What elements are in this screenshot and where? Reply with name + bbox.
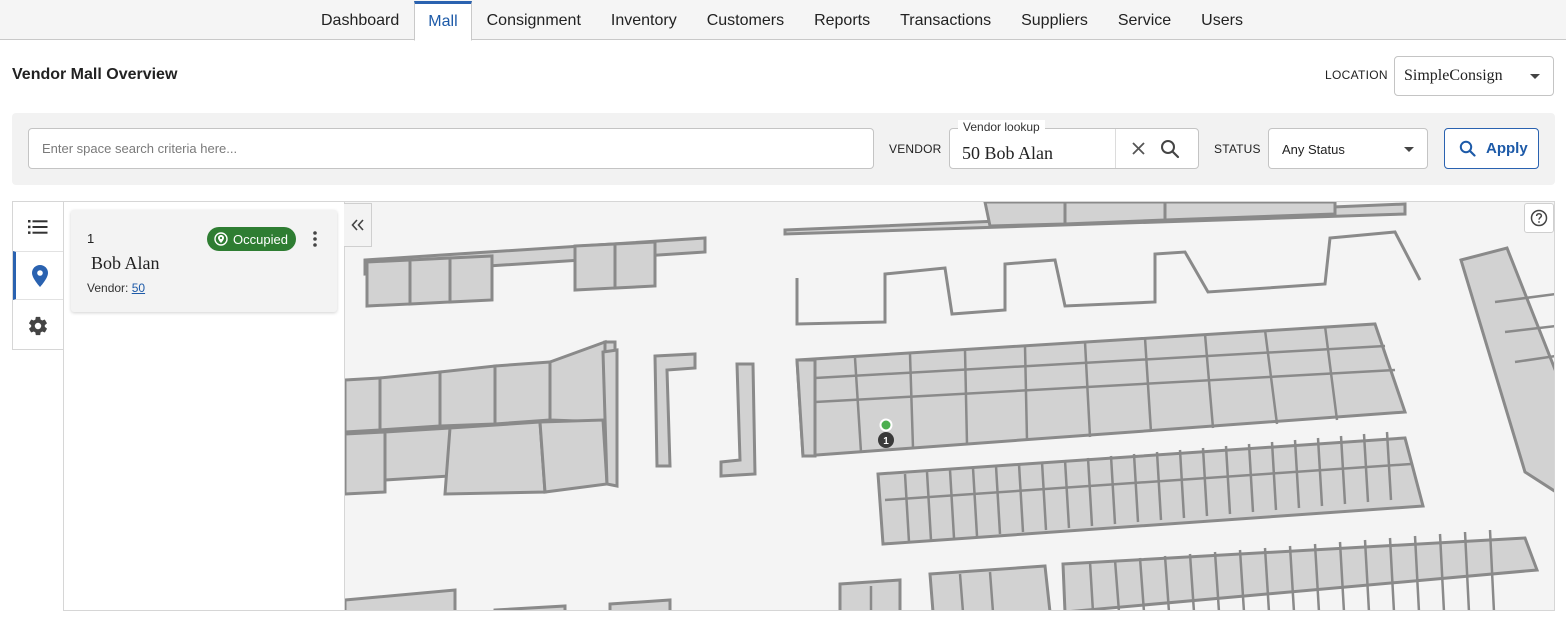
view-rail xyxy=(12,201,64,350)
settings-button[interactable] xyxy=(13,301,63,350)
clear-icon[interactable] xyxy=(1131,141,1146,156)
help-icon xyxy=(1530,209,1548,227)
vendor-link[interactable]: 50 xyxy=(132,281,145,295)
space-vendor-line: Vendor: 50 xyxy=(87,281,145,295)
help-button[interactable] xyxy=(1524,203,1554,233)
apply-label: Apply xyxy=(1486,140,1528,157)
tab-suppliers[interactable]: Suppliers xyxy=(1006,1,1103,41)
vendor-lookup-value: 50 Bob Alan xyxy=(962,143,1054,163)
chevron-down-icon xyxy=(1404,147,1414,152)
search-icon xyxy=(1459,140,1476,157)
tab-customers[interactable]: Customers xyxy=(692,1,799,41)
status-badge-label: Occupied xyxy=(233,231,288,247)
map-view-button[interactable] xyxy=(13,251,63,300)
space-number: 1 xyxy=(87,231,95,246)
space-search-input[interactable] xyxy=(28,128,874,169)
tab-reports[interactable]: Reports xyxy=(799,1,885,41)
apply-button[interactable]: Apply xyxy=(1444,128,1539,169)
nav-tabs: Dashboard Mall Consignment Inventory Cus… xyxy=(306,0,1258,41)
tab-users[interactable]: Users xyxy=(1186,1,1258,41)
location-value: SimpleConsign xyxy=(1404,67,1503,84)
floor-plan: 1 xyxy=(345,202,1554,610)
location-pin-icon xyxy=(31,264,48,287)
search-icon[interactable] xyxy=(1160,139,1180,159)
location-pin-icon xyxy=(214,232,228,246)
status-label: STATUS xyxy=(1214,142,1261,156)
status-value: Any Status xyxy=(1282,142,1345,157)
status-badge: Occupied xyxy=(207,227,296,251)
gear-icon xyxy=(29,316,47,335)
space-vendor-name: Bob Alan xyxy=(91,253,160,273)
tab-service[interactable]: Service xyxy=(1103,1,1186,41)
vendor-label: VENDOR xyxy=(889,142,942,156)
map-location-marker[interactable] xyxy=(879,418,893,432)
collapse-panel-button[interactable] xyxy=(344,203,372,247)
mall-map[interactable]: 1 xyxy=(344,201,1555,611)
map-marker-label: 1 xyxy=(883,436,889,447)
location-label: LOCATION xyxy=(1325,68,1388,82)
more-options-icon[interactable] xyxy=(307,229,323,249)
double-chevron-left-icon xyxy=(350,219,364,231)
status-select[interactable]: Any Status xyxy=(1268,128,1428,169)
list-view-button[interactable] xyxy=(13,202,63,251)
list-icon xyxy=(28,219,48,234)
vendor-divider xyxy=(1115,129,1116,168)
vendor-lookup-label: Vendor lookup xyxy=(958,120,1045,134)
top-nav: Dashboard Mall Consignment Inventory Cus… xyxy=(0,0,1566,41)
tab-inventory[interactable]: Inventory xyxy=(596,1,692,41)
vendor-prefix: Vendor: xyxy=(87,281,129,295)
location-select[interactable]: SimpleConsign xyxy=(1394,56,1554,96)
chevron-down-icon xyxy=(1530,74,1540,79)
tab-consignment[interactable]: Consignment xyxy=(472,1,596,41)
page-title: Vendor Mall Overview xyxy=(12,66,178,83)
tab-mall[interactable]: Mall xyxy=(414,1,472,41)
tab-transactions[interactable]: Transactions xyxy=(885,1,1006,41)
tab-dashboard[interactable]: Dashboard xyxy=(306,1,414,41)
